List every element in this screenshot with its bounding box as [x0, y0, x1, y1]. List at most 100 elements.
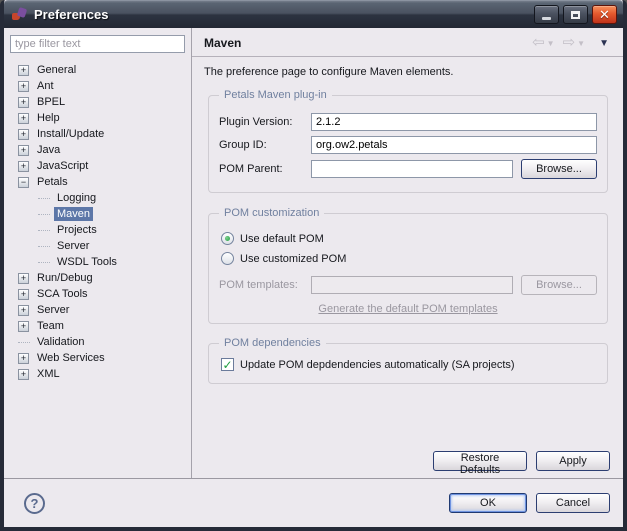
plugin-version-label: Plugin Version:: [219, 116, 311, 128]
expand-icon[interactable]: +: [18, 353, 29, 364]
expand-icon[interactable]: +: [18, 161, 29, 172]
tree-item-wsdl-tools[interactable]: WSDL Tools: [10, 254, 185, 270]
page-description: The preference page to configure Maven e…: [192, 57, 623, 78]
use-customized-pom-label: Use customized POM: [240, 253, 346, 265]
tree-connector: [38, 214, 50, 215]
view-menu-icon[interactable]: ▼: [599, 38, 609, 49]
expand-icon[interactable]: +: [18, 65, 29, 76]
pom-templates-browse-button: Browse...: [521, 275, 597, 295]
expand-icon[interactable]: +: [18, 369, 29, 380]
tree-item-label[interactable]: BPEL: [34, 95, 68, 109]
tree-item-sca-tools[interactable]: + SCA Tools: [10, 286, 185, 302]
close-button[interactable]: ✕: [592, 5, 617, 24]
expand-icon[interactable]: +: [18, 145, 29, 156]
tree-item-label[interactable]: Server: [54, 239, 92, 253]
expand-icon[interactable]: +: [18, 129, 29, 140]
ok-button[interactable]: OK: [449, 493, 527, 513]
close-icon: ✕: [599, 8, 610, 21]
dialog-footer: ? OK Cancel: [4, 478, 623, 527]
expand-icon[interactable]: +: [18, 289, 29, 300]
tree-item-javascript[interactable]: + JavaScript: [10, 158, 185, 174]
tree-item-run-debug[interactable]: + Run/Debug: [10, 270, 185, 286]
tree-item-projects[interactable]: Projects: [10, 222, 185, 238]
pom-parent-label: POM Parent:: [219, 163, 311, 175]
pom-parent-browse-button[interactable]: Browse...: [521, 159, 597, 179]
group-pom-dependencies: POM dependencies ✓ Update POM depdendenc…: [208, 343, 608, 384]
expand-icon[interactable]: +: [18, 113, 29, 124]
tree-item-help[interactable]: + Help: [10, 110, 185, 126]
tree-item-label[interactable]: Projects: [54, 223, 100, 237]
expand-icon[interactable]: +: [18, 321, 29, 332]
title-bar[interactable]: Preferences ✕: [4, 0, 623, 28]
tree-item-petals[interactable]: −Petals: [10, 174, 185, 190]
help-icon: ?: [31, 496, 39, 511]
group-id-label: Group ID:: [219, 139, 311, 151]
use-customized-pom-radio[interactable]: Use customized POM: [221, 252, 597, 265]
tree-item-label[interactable]: Install/Update: [34, 127, 107, 141]
page-header: Maven ⇦▼ ⇨▼ ▼: [192, 28, 623, 56]
forward-icon[interactable]: ⇨: [563, 36, 576, 50]
tree-item-label[interactable]: XML: [34, 367, 63, 381]
tree-item-label[interactable]: Logging: [54, 191, 99, 205]
tree-item-label[interactable]: General: [34, 63, 79, 77]
tree-item-server[interactable]: + Server: [10, 302, 185, 318]
tree-item-label[interactable]: Petals: [34, 175, 71, 189]
apply-button[interactable]: Apply: [536, 451, 610, 471]
back-dropdown-icon[interactable]: ▼: [547, 39, 555, 48]
tree-item-validation[interactable]: Validation: [10, 334, 185, 350]
minimize-button[interactable]: [534, 5, 559, 24]
radio-selected-icon[interactable]: [221, 232, 234, 245]
tree-item-java[interactable]: + Java: [10, 142, 185, 158]
tree-item-web-services[interactable]: + Web Services: [10, 350, 185, 366]
preferences-app-icon: [12, 7, 28, 22]
use-default-pom-radio[interactable]: Use default POM: [221, 232, 597, 245]
radio-unselected-icon[interactable]: [221, 252, 234, 265]
forward-dropdown-icon[interactable]: ▼: [577, 39, 585, 48]
expand-icon[interactable]: +: [18, 81, 29, 92]
help-button[interactable]: ?: [24, 493, 45, 514]
checkbox-checked-icon[interactable]: ✓: [221, 358, 234, 371]
group-petals-maven-plugin: Petals Maven plug-in Plugin Version: Gro…: [208, 95, 608, 193]
tree-item-label[interactable]: Help: [34, 111, 63, 125]
tree-item-label[interactable]: SCA Tools: [34, 287, 91, 301]
plugin-version-field[interactable]: [311, 113, 597, 131]
tree-item-label[interactable]: JavaScript: [34, 159, 91, 173]
tree-item-label[interactable]: Run/Debug: [34, 271, 96, 285]
tree-item-bpel[interactable]: + BPEL: [10, 94, 185, 110]
tree-item-label[interactable]: Web Services: [34, 351, 108, 365]
navigation-panel: + General + Ant + BPEL + Help + Install/Update + Ja…: [4, 28, 192, 478]
tree-item-logging[interactable]: Logging: [10, 190, 185, 206]
restore-defaults-button[interactable]: Restore Defaults: [433, 451, 527, 471]
tree-item-label[interactable]: Java: [34, 143, 63, 157]
page-action-buttons: Restore Defaults Apply: [192, 451, 610, 471]
expand-icon[interactable]: +: [18, 305, 29, 316]
tree-item-label[interactable]: Maven: [54, 207, 93, 221]
tree-item-general[interactable]: + General: [10, 62, 185, 78]
tree-connector: [38, 262, 50, 263]
window-title: Preferences: [34, 7, 530, 22]
tree-item-ant[interactable]: + Ant: [10, 78, 185, 94]
minimize-icon: [542, 17, 551, 20]
tree-item-team[interactable]: + Team: [10, 318, 185, 334]
maximize-button[interactable]: [563, 5, 588, 24]
dialog-body: + General + Ant + BPEL + Help + Install/Update + Ja…: [4, 28, 623, 478]
update-pom-dependencies-checkbox[interactable]: ✓ Update POM depdendencies automatically…: [221, 358, 597, 371]
expand-icon[interactable]: +: [18, 273, 29, 284]
tree-item-label[interactable]: Team: [34, 319, 67, 333]
expand-icon[interactable]: +: [18, 97, 29, 108]
pom-parent-field[interactable]: [311, 160, 513, 178]
collapse-icon[interactable]: −: [18, 177, 29, 188]
tree-item-label[interactable]: Validation: [34, 335, 88, 349]
back-icon[interactable]: ⇦: [532, 36, 545, 50]
tree-item-maven[interactable]: Maven: [10, 206, 185, 222]
tree-item-server[interactable]: Server: [10, 238, 185, 254]
tree-item-label[interactable]: WSDL Tools: [54, 255, 120, 269]
tree-item-label[interactable]: Server: [34, 303, 72, 317]
generate-pom-templates-link[interactable]: Generate the default POM templates: [318, 303, 497, 315]
filter-input[interactable]: [10, 35, 185, 53]
tree-item-label[interactable]: Ant: [34, 79, 57, 93]
tree-item-xml[interactable]: + XML: [10, 366, 185, 382]
group-id-field[interactable]: [311, 136, 597, 154]
tree-item-install-update[interactable]: + Install/Update: [10, 126, 185, 142]
cancel-button[interactable]: Cancel: [536, 493, 610, 513]
